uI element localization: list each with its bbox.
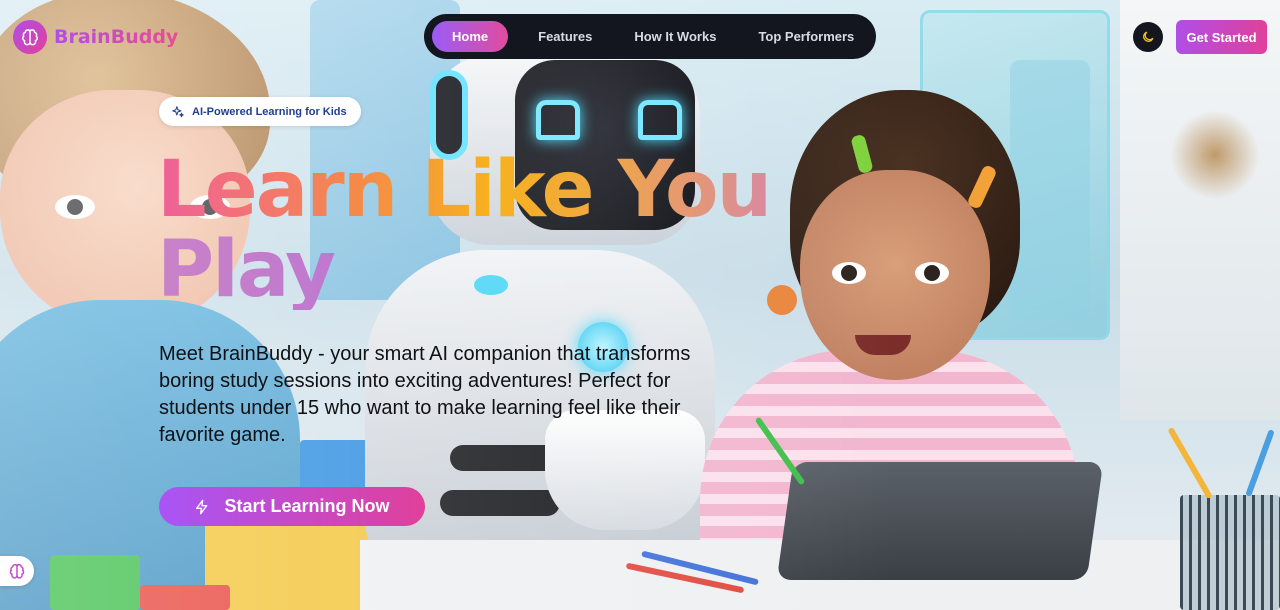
start-learning-button[interactable]: Start Learning Now [159,487,425,526]
nav-item-how-it-works[interactable]: How It Works [620,21,730,52]
theme-toggle-button[interactable] [1133,22,1163,52]
lightning-icon [196,499,208,514]
nav-item-top-performers[interactable]: Top Performers [744,21,868,52]
brand-name: BrainBuddy [54,26,179,48]
brand-logo[interactable]: BrainBuddy [13,20,178,54]
nav-item-home[interactable]: Home [432,21,509,52]
brain-icon [9,563,25,579]
hero-headline-line-1: Learn Like You [157,145,772,235]
hero-badge: AI-Powered Learning for Kids [159,97,361,126]
nav-item-features[interactable]: Features [524,21,606,52]
floating-brain-widget[interactable] [0,556,34,586]
hero-headline-line-2: Play [157,230,770,310]
sparkles-icon [172,105,184,117]
hero-badge-text: AI-Powered Learning for Kids [192,105,347,118]
brain-icon [13,20,47,54]
start-learning-label: Start Learning Now [224,496,390,516]
hero-subtitle: Meet BrainBuddy - your smart AI companio… [159,343,691,446]
hero-headline: Learn Like You Play [157,145,772,310]
main-navigation: Home Features How It Works Top Performer… [424,14,876,59]
get-started-button[interactable]: Get Started [1176,20,1267,54]
moon-icon [1143,31,1154,42]
